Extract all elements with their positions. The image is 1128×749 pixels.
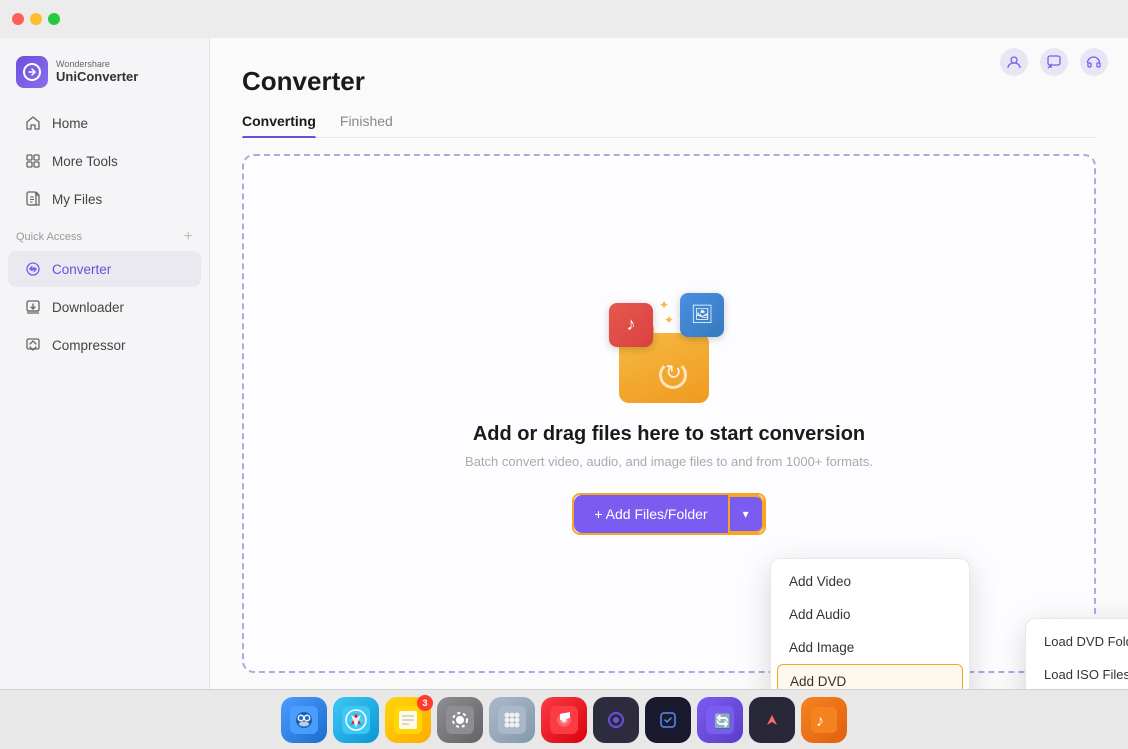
dropdown-item-load-iso[interactable]: Load ISO Files	[1026, 658, 1128, 689]
dropdown-item-add-dvd[interactable]: Add DVD	[777, 664, 963, 689]
converter-icon	[24, 260, 42, 278]
add-quick-access-icon[interactable]: +	[184, 228, 193, 246]
add-files-main-label[interactable]: + Add Files/Folder	[574, 496, 727, 532]
logo-text: Wondershare UniConverter	[56, 60, 138, 84]
sidebar-item-converter[interactable]: Converter	[8, 251, 201, 287]
tab-finished[interactable]: Finished	[340, 113, 393, 137]
sidebar-item-more-tools[interactable]: More Tools	[8, 143, 201, 179]
minimize-button[interactable]	[30, 13, 42, 25]
app-logo: Wondershare UniConverter	[0, 48, 209, 104]
sidebar-item-downloader[interactable]: Downloader	[8, 289, 201, 325]
close-button[interactable]	[12, 13, 24, 25]
drop-zone-title: Add or drag files here to start conversi…	[473, 423, 865, 446]
main-header: Converter Converting Finished	[210, 38, 1128, 138]
quick-access-header: Quick Access +	[0, 218, 209, 250]
notes-badge: 3	[417, 695, 433, 711]
dock-app1[interactable]	[593, 697, 639, 743]
logo-icon	[16, 56, 48, 88]
add-files-button[interactable]: + Add Files/Folder ▾	[574, 495, 763, 533]
app-body: Wondershare UniConverter Home Mo	[0, 38, 1128, 689]
dock: 3	[0, 689, 1128, 749]
headphones-icon[interactable]	[1080, 48, 1108, 76]
drop-zone-subtitle: Batch convert video, audio, and image fi…	[465, 454, 873, 469]
dock-settings[interactable]	[437, 697, 483, 743]
sidebar-item-home[interactable]: Home	[8, 105, 201, 141]
page-title: Converter	[242, 66, 1096, 97]
dock-app5[interactable]: ♪	[801, 697, 847, 743]
dropdown-item-add-video[interactable]: Add Video	[771, 565, 969, 598]
drop-zone-illustration: ♪ 🖼 ✦ ✦	[609, 293, 729, 403]
grid-icon	[24, 152, 42, 170]
dock-app2[interactable]	[645, 697, 691, 743]
dropdown-item-add-image[interactable]: Add Image	[771, 631, 969, 664]
chevron-down-icon: ▾	[743, 507, 749, 521]
music-card-icon: ♪	[609, 303, 653, 347]
sidebar-item-my-files[interactable]: My Files	[8, 181, 201, 217]
dock-notes[interactable]: 3	[385, 697, 431, 743]
dock-finder[interactable]	[281, 697, 327, 743]
compressor-icon	[24, 336, 42, 354]
home-icon	[24, 114, 42, 132]
svg-text:♪: ♪	[816, 713, 824, 730]
sparkle-icon-2: ✦	[664, 313, 674, 327]
traffic-lights	[12, 13, 60, 25]
svg-text:🔄: 🔄	[714, 713, 731, 730]
dock-music[interactable]	[541, 697, 587, 743]
dropdown-item-add-audio[interactable]: Add Audio	[771, 598, 969, 631]
sidebar-item-compressor[interactable]: Compressor	[8, 327, 201, 363]
chat-icon[interactable]	[1040, 48, 1068, 76]
tabs: Converting Finished	[242, 113, 1096, 138]
image-card-icon: 🖼	[680, 293, 724, 337]
add-dvd-submenu: Load DVD Folder Load ISO Files Load IFO …	[1025, 618, 1128, 689]
maximize-button[interactable]	[48, 13, 60, 25]
header-actions	[1000, 48, 1108, 76]
tab-converting[interactable]: Converting	[242, 113, 316, 137]
sparkle-icon: ✦	[659, 298, 669, 312]
dock-app4[interactable]	[749, 697, 795, 743]
main-content: Converter Converting Finished ♪ 🖼 ✦	[210, 38, 1128, 689]
dock-app3[interactable]: 🔄	[697, 697, 743, 743]
titlebar	[0, 0, 1128, 38]
add-files-dropdown-toggle[interactable]: ▾	[728, 495, 764, 533]
file-icon	[24, 190, 42, 208]
sidebar: Wondershare UniConverter Home Mo	[0, 38, 210, 689]
downloader-icon	[24, 298, 42, 316]
add-files-dropdown-menu: Add Video Add Audio Add Image Add DVD Ad…	[770, 558, 970, 689]
dropdown-item-load-dvd-folder[interactable]: Load DVD Folder	[1026, 625, 1128, 658]
dock-launchpad[interactable]	[489, 697, 535, 743]
dock-safari[interactable]	[333, 697, 379, 743]
add-files-wrapper: + Add Files/Folder ▾	[572, 493, 765, 535]
profile-icon[interactable]	[1000, 48, 1028, 76]
